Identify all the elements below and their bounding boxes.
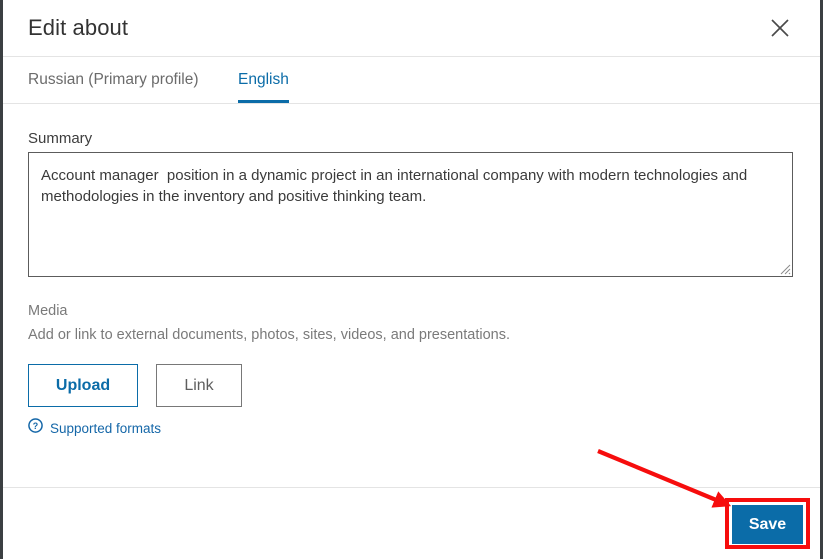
tab-label: English	[238, 71, 289, 88]
edit-about-dialog: Edit about Russian (Primary profile) Eng…	[0, 0, 823, 559]
summary-input[interactable]	[28, 152, 793, 277]
save-button[interactable]: Save	[732, 505, 803, 544]
supported-formats-label: Supported formats	[50, 420, 162, 436]
dialog-header: Edit about	[3, 0, 820, 56]
tab-russian-primary-profile[interactable]: Russian (Primary profile)	[28, 57, 199, 103]
summary-label: Summary	[28, 130, 93, 147]
media-help-text: Add or link to external documents, photo…	[28, 327, 510, 343]
upload-button[interactable]: Upload	[28, 364, 138, 407]
page-title: Edit about	[28, 15, 129, 40]
close-icon	[769, 17, 791, 39]
tabs-divider	[3, 103, 820, 104]
link-button[interactable]: Link	[156, 364, 242, 407]
svg-text:?: ?	[33, 421, 38, 431]
tab-label: Russian (Primary profile)	[28, 71, 199, 88]
tab-english[interactable]: English	[238, 57, 289, 103]
close-button[interactable]	[760, 8, 800, 48]
supported-formats-link[interactable]: ? Supported formats	[28, 418, 161, 438]
media-label: Media	[28, 303, 68, 319]
language-tabs: Russian (Primary profile) English	[3, 57, 820, 103]
footer-divider	[3, 487, 820, 488]
question-circle-icon: ?	[28, 418, 43, 438]
annotation-arrow	[597, 449, 732, 508]
